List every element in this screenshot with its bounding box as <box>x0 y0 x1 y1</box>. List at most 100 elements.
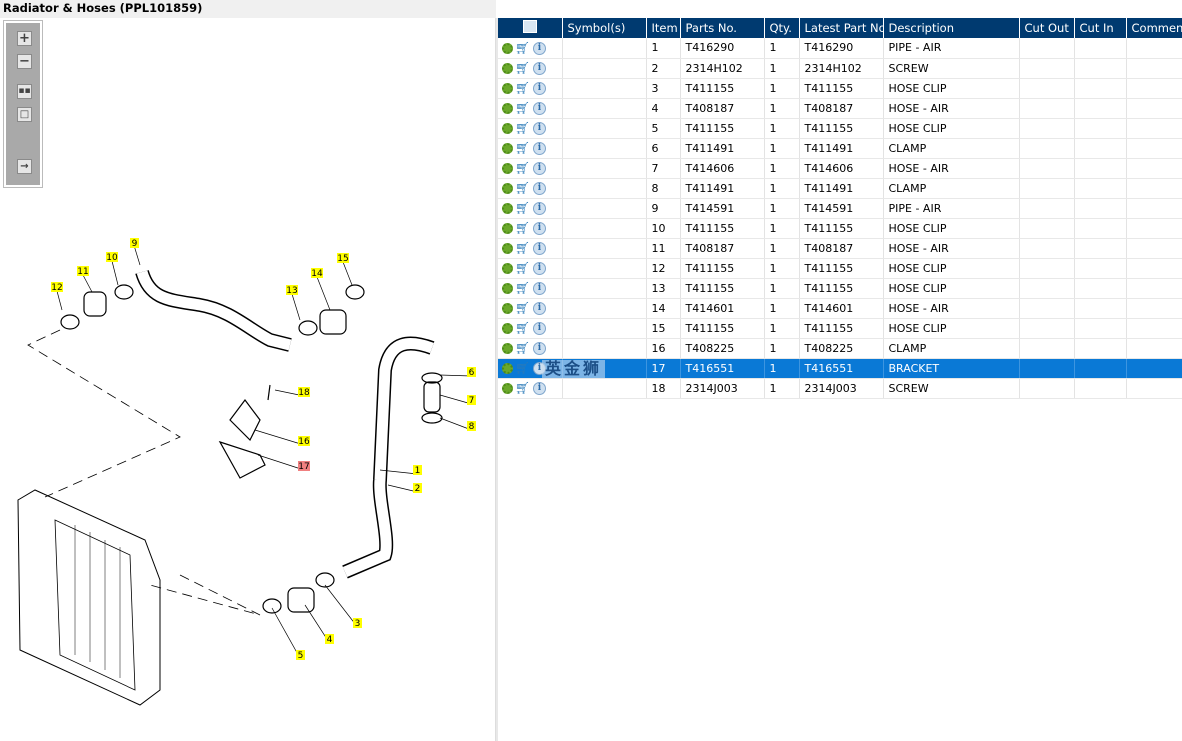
column-header[interactable]: Cut In <box>1074 18 1127 38</box>
callout-label[interactable]: 11 <box>77 267 88 277</box>
column-header[interactable]: Symbol(s) <box>562 18 647 38</box>
gear-icon[interactable] <box>502 122 513 134</box>
table-row[interactable]: 🛒︎ i 2 2314H102 1 2314H102 SCREW <box>498 58 1182 79</box>
callout-label[interactable]: 3 <box>355 619 361 629</box>
info-icon[interactable]: i <box>533 181 546 195</box>
gear-icon[interactable] <box>502 382 513 394</box>
info-icon[interactable]: i <box>533 81 546 95</box>
cart-icon[interactable]: 🛒︎ <box>515 262 531 274</box>
info-icon[interactable]: i <box>533 141 546 155</box>
callout-label[interactable]: 15 <box>337 254 348 264</box>
table-row[interactable]: 🛒︎ i 12 T411155 1 T411155 HOSE CLIP <box>498 258 1182 279</box>
info-icon[interactable]: i <box>533 341 546 355</box>
info-icon[interactable]: i <box>533 241 546 255</box>
gear-icon[interactable] <box>502 322 513 334</box>
cart-icon[interactable]: 🛒︎ <box>515 222 531 234</box>
table-row[interactable]: 🛒︎ i 13 T411155 1 T411155 HOSE CLIP <box>498 278 1182 299</box>
gear-icon[interactable] <box>502 242 513 254</box>
cart-icon[interactable]: 🛒︎ <box>515 142 531 154</box>
parts-diagram[interactable]: 123456789101112 131415161718 <box>0 190 496 741</box>
table-row[interactable]: 🛒︎ i 8 T411491 1 T411491 CLAMP <box>498 178 1182 199</box>
table-row[interactable]: 🛒︎ i 1 T416290 1 T416290 PIPE - AIR <box>498 38 1182 59</box>
fit-window-icon[interactable]: □ <box>17 107 32 122</box>
export-icon[interactable]: → <box>17 159 32 174</box>
info-icon[interactable]: i <box>533 101 546 115</box>
search-icon[interactable] <box>522 20 537 33</box>
info-icon[interactable]: i <box>533 61 546 75</box>
callout-label[interactable]: 9 <box>132 239 138 249</box>
gear-icon[interactable] <box>502 202 513 214</box>
gear-icon[interactable] <box>502 342 513 354</box>
gear-icon[interactable] <box>502 222 513 234</box>
column-search-icon[interactable] <box>498 18 563 38</box>
callout-label[interactable]: 10 <box>106 253 118 263</box>
callout-label[interactable]: 4 <box>327 635 333 645</box>
cart-icon[interactable]: 🛒︎ <box>515 102 531 114</box>
cart-icon[interactable]: 🛒︎ <box>515 302 531 314</box>
info-icon[interactable]: i <box>533 261 546 275</box>
table-row[interactable]: 🛒︎ i 9 T414591 1 T414591 PIPE - AIR <box>498 198 1182 219</box>
column-header[interactable]: Parts No. <box>680 18 765 38</box>
table-row[interactable]: 🛒︎ i 18 2314J003 1 2314J003 SCREW <box>498 378 1182 399</box>
column-header[interactable]: Comment <box>1126 18 1182 38</box>
info-icon[interactable]: i <box>533 221 546 235</box>
gear-icon[interactable] <box>502 262 513 274</box>
zoom-out-icon[interactable]: − <box>17 54 32 69</box>
gear-icon[interactable] <box>502 282 513 294</box>
info-icon[interactable]: i <box>533 121 546 135</box>
cart-icon[interactable]: 🛒︎ <box>515 362 531 374</box>
gear-icon[interactable] <box>502 42 513 54</box>
callout-label[interactable]: 5 <box>298 651 304 661</box>
cart-icon[interactable]: 🛒︎ <box>515 382 531 394</box>
callout-label[interactable]: 12 <box>51 283 62 293</box>
callout-label[interactable]: 6 <box>469 368 475 378</box>
callout-label[interactable]: 18 <box>298 388 310 398</box>
column-header[interactable]: Item <box>646 18 681 38</box>
info-icon[interactable]: i <box>533 201 546 215</box>
table-row[interactable]: 🛒︎ i 3 T411155 1 T411155 HOSE CLIP <box>498 78 1182 99</box>
cart-icon[interactable]: 🛒︎ <box>515 62 531 74</box>
column-header[interactable]: Latest Part No. <box>799 18 884 38</box>
column-header[interactable]: Cut Out <box>1019 18 1075 38</box>
gear-icon[interactable] <box>502 102 513 114</box>
column-header[interactable]: Description <box>883 18 1020 38</box>
callout-label[interactable]: 1 <box>415 466 421 476</box>
gear-icon[interactable] <box>502 362 513 374</box>
callout-label[interactable]: 8 <box>469 422 475 432</box>
cart-icon[interactable]: 🛒︎ <box>515 282 531 294</box>
info-icon[interactable]: i <box>533 41 546 55</box>
callout-label[interactable]: 2 <box>415 484 421 494</box>
gear-icon[interactable] <box>502 302 513 314</box>
cart-icon[interactable]: 🛒︎ <box>515 162 531 174</box>
gear-icon[interactable] <box>502 182 513 194</box>
table-row[interactable]: 🛒︎ i 11 T408187 1 T408187 HOSE - AIR <box>498 238 1182 259</box>
cart-icon[interactable]: 🛒︎ <box>515 122 531 134</box>
cart-icon[interactable]: 🛒︎ <box>515 182 531 194</box>
info-icon[interactable]: i <box>533 161 546 175</box>
table-row[interactable]: 🛒︎ i 6 T411491 1 T411491 CLAMP <box>498 138 1182 159</box>
table-row[interactable]: 🛒︎ i 英金狮 17 T416551 1 T416551 BRACKET <box>498 358 1182 379</box>
fit-all-icon[interactable]: ▪▪ <box>17 84 32 99</box>
cart-icon[interactable]: 🛒︎ <box>515 242 531 254</box>
table-row[interactable]: 🛒︎ i 5 T411155 1 T411155 HOSE CLIP <box>498 118 1182 139</box>
table-row[interactable]: 🛒︎ i 10 T411155 1 T411155 HOSE CLIP <box>498 218 1182 239</box>
table-row[interactable]: 🛒︎ i 7 T414606 1 T414606 HOSE - AIR <box>498 158 1182 179</box>
cart-icon[interactable]: 🛒︎ <box>515 202 531 214</box>
callout-label[interactable]: 14 <box>311 269 323 279</box>
gear-icon[interactable] <box>502 162 513 174</box>
table-row[interactable]: 🛒︎ i 14 T414601 1 T414601 HOSE - AIR <box>498 298 1182 319</box>
gear-icon[interactable] <box>502 62 513 74</box>
cart-icon[interactable]: 🛒︎ <box>515 82 531 94</box>
cart-icon[interactable]: 🛒︎ <box>515 342 531 354</box>
cart-icon[interactable]: 🛒︎ <box>515 322 531 334</box>
column-header[interactable]: Qty. <box>764 18 800 38</box>
table-row[interactable]: 🛒︎ i 15 T411155 1 T411155 HOSE CLIP <box>498 318 1182 339</box>
gear-icon[interactable] <box>502 82 513 94</box>
table-row[interactable]: 🛒︎ i 4 T408187 1 T408187 HOSE - AIR <box>498 98 1182 119</box>
callout-label[interactable]: 17 <box>298 462 309 472</box>
info-icon[interactable]: i <box>533 281 546 295</box>
info-icon[interactable]: i <box>533 381 546 395</box>
table-row[interactable]: 🛒︎ i 16 T408225 1 T408225 CLAMP <box>498 338 1182 359</box>
gear-icon[interactable] <box>502 142 513 154</box>
info-icon[interactable]: i <box>533 321 546 335</box>
